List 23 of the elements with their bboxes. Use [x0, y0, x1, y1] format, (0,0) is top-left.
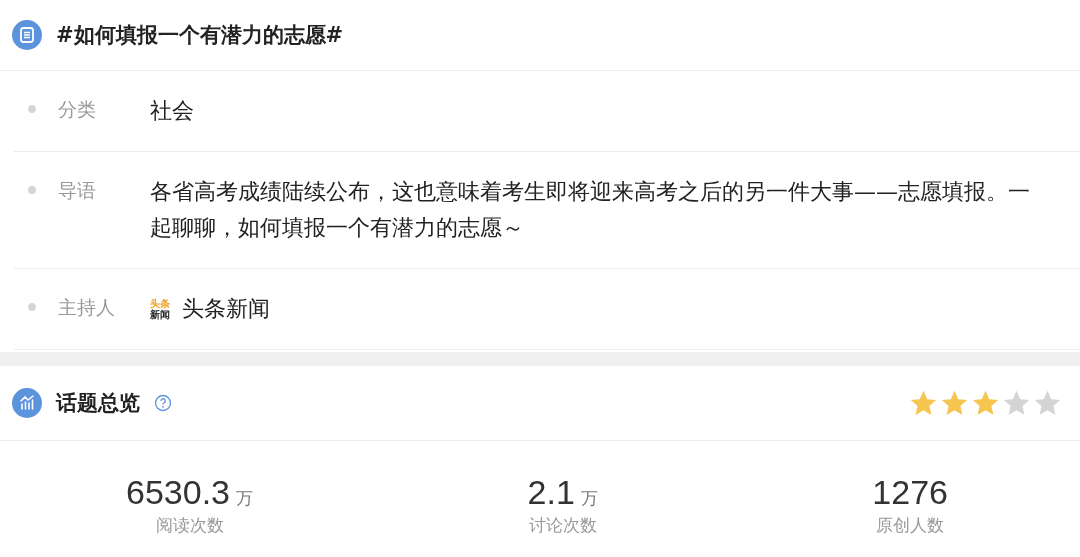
chart-icon: [12, 388, 42, 418]
list-icon: [12, 20, 42, 50]
stat-unit: 万: [580, 487, 598, 510]
bullet-icon: [28, 105, 36, 113]
stat-value: 2.1: [527, 473, 575, 512]
field-label: 主持人: [58, 295, 116, 320]
help-icon[interactable]: [154, 394, 172, 412]
stat-value: 1276: [872, 473, 948, 512]
section-title: 话题总览: [56, 390, 140, 417]
stat-label: 讨论次数: [528, 514, 597, 537]
stat-value: 6530.3: [126, 473, 230, 512]
stat-label: 原创人数: [876, 514, 945, 537]
topic-title: #如何填报一个有潜力的志愿#: [56, 22, 344, 49]
host-logo: 头条 新闻: [150, 298, 171, 320]
field-label: 导语: [58, 178, 97, 203]
stat-label: 阅读次数: [155, 514, 224, 537]
stat-unit: 万: [236, 487, 253, 510]
field-value: 社会: [150, 97, 195, 125]
bullet-icon: [28, 303, 36, 311]
bullet-icon: [28, 186, 36, 194]
field-label: 分类: [58, 97, 97, 122]
host-name[interactable]: 头条新闻: [182, 291, 310, 327]
field-value: 各省高考成绩陆续公布，这也意味着考生即将迎来高考之后的另一件大事——志愿填报。一起聊聊，如何填报一个有潜力的志愿～: [150, 178, 1031, 242]
